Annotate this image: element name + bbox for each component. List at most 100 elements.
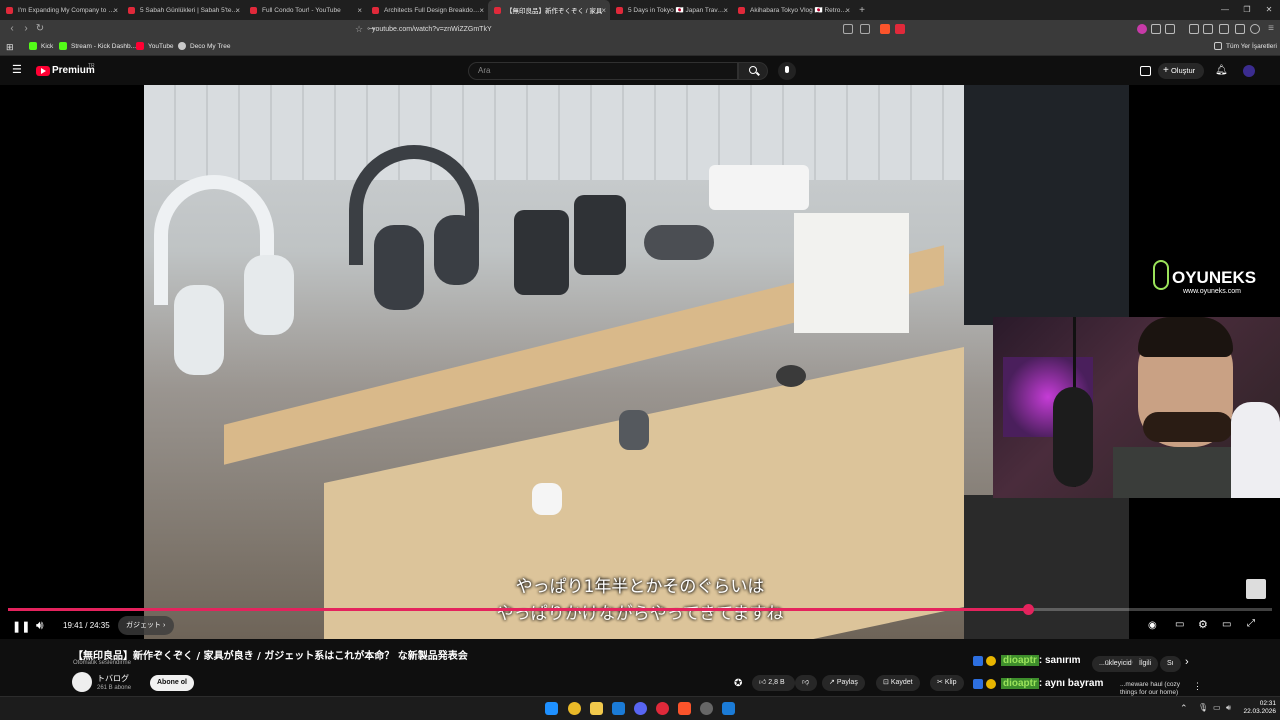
close-tab-icon[interactable]: × [845, 6, 850, 15]
file-explorer-icon[interactable] [590, 702, 603, 715]
maximize-icon[interactable]: ❐ [1236, 0, 1258, 20]
video-player[interactable]: OYUNEKS www.oyuneks.com やっぱり1年半とかそのぐらいは … [0, 85, 1280, 639]
brave-icon[interactable] [678, 702, 691, 715]
video-info: 【無印良品】新作ぞくぞく / 家具が良き / ガジェット系はこれが本命？ な新製… [0, 639, 1280, 696]
oyuneks-logo-icon [1153, 260, 1169, 290]
microphone-tray-icon[interactable]: 🎙︎ [1198, 703, 1208, 712]
back-icon[interactable]: ‹ [5, 22, 19, 36]
start-menu-icon[interactable] [545, 702, 558, 715]
hype-icon[interactable]: ✪ [734, 678, 742, 689]
close-tab-icon[interactable]: × [113, 6, 118, 15]
chip-more[interactable]: Sı [1160, 656, 1181, 672]
like-button[interactable]: 👍︎ 2,8 B [752, 675, 795, 691]
search-input[interactable]: Ara [468, 62, 738, 80]
theater-mode-icon[interactable]: ▭ [1222, 619, 1231, 630]
channel-avatar[interactable] [72, 672, 92, 692]
bookmark-deco-my-tree[interactable]: Deco My Tree [178, 42, 230, 50]
speaker-icon[interactable]: 🔊︎ [1226, 703, 1231, 713]
brave-shield-icon[interactable] [880, 24, 890, 34]
sidebar-icon[interactable] [1203, 24, 1213, 34]
wallet-icon[interactable] [1219, 24, 1229, 34]
subtitle-line: やっぱり1年半とかそのぐらいは [515, 577, 765, 597]
bookmark-youtube[interactable]: YouTube [136, 42, 174, 50]
miniplayer-thumbnail[interactable] [1246, 579, 1266, 599]
extension-icon[interactable] [1151, 24, 1161, 34]
create-button[interactable]: + Oluştur [1158, 63, 1204, 79]
new-tab-button[interactable]: + [854, 5, 870, 16]
close-tab-icon[interactable]: × [235, 6, 240, 15]
settings-gear-icon[interactable]: ⚙ [1198, 618, 1208, 631]
steam-icon[interactable] [612, 702, 625, 715]
pause-icon[interactable]: ❚❚ [12, 620, 30, 633]
clock[interactable]: 02:31 22.03.2026 [1238, 700, 1276, 716]
overlay-url: www.oyuneks.com [1183, 288, 1241, 295]
minimize-icon[interactable]: — [1214, 0, 1236, 20]
vpn-icon[interactable] [1235, 24, 1245, 34]
chapter-button[interactable]: ガジェット › [118, 616, 174, 635]
more-options-icon[interactable]: ⋮ [1193, 681, 1202, 692]
country-code: TR [88, 63, 95, 69]
progress-scrubber[interactable] [1023, 604, 1035, 615]
reload-icon[interactable]: ↻ [33, 22, 47, 36]
recommended-video-title[interactable]: ...meware haul (cozy things for our home… [1120, 681, 1182, 697]
subtitles-icon[interactable]: ▭ [1175, 619, 1184, 630]
obs-icon[interactable] [700, 702, 713, 715]
chevron-right-icon[interactable]: › [1185, 656, 1189, 668]
browser-tab[interactable]: 5 Sabah Günlükleri | Sabah 5'te uyan × [122, 0, 244, 20]
close-tab-icon[interactable]: × [601, 6, 606, 15]
all-bookmarks-folder[interactable]: Tüm Yer İşaretleri [1214, 42, 1277, 50]
close-tab-icon[interactable]: × [479, 6, 484, 15]
extension-icon[interactable] [1165, 24, 1175, 34]
close-tab-icon[interactable]: × [723, 6, 728, 15]
extension-icon[interactable] [1137, 24, 1147, 34]
hype-icon[interactable] [1140, 66, 1151, 76]
discord-icon[interactable] [634, 702, 647, 715]
browser-tab[interactable]: Full Condo Tour! - YouTube × [244, 0, 366, 20]
dislike-button[interactable]: 👎︎ [795, 675, 817, 691]
autoplay-toggle-icon[interactable]: ◉ [1148, 620, 1157, 631]
clip-button[interactable]: ✂ Klip [930, 675, 964, 691]
youtube-logo-icon[interactable] [36, 66, 50, 76]
share-button[interactable]: ↗ Paylaş [822, 675, 865, 691]
opera-icon[interactable] [656, 702, 669, 715]
hamburger-menu-icon[interactable]: ☰ [12, 65, 23, 76]
tab-title: 5 Sabah Günlükleri | Sabah 5'te uyan [140, 6, 238, 14]
network-icon[interactable]: ▭ [1213, 703, 1221, 712]
bookmark-kick-dashboard[interactable]: Stream - Kick Dashb... [59, 42, 136, 50]
save-button[interactable]: ⊡ Kaydet [876, 675, 920, 691]
fullscreen-icon[interactable]: ⤢ [1247, 618, 1255, 629]
menu-icon[interactable]: ≡ [1264, 22, 1278, 36]
browser-tab-strip: I'm Expanding My Company to New × 5 Sabah… [0, 0, 1280, 20]
subscribe-button[interactable]: Abone ol [150, 675, 194, 691]
search-button[interactable] [738, 62, 768, 80]
url-input[interactable]: youtube.com/watch?v=znWiZZGmTkY [372, 23, 872, 36]
close-tab-icon[interactable]: × [357, 6, 362, 15]
browser-tab-active[interactable]: 【無印良品】新作ぞくぞく / 家具 × [488, 0, 610, 20]
avatar[interactable] [1243, 65, 1255, 77]
voice-search-button[interactable] [778, 62, 796, 80]
forward-icon[interactable]: › [19, 22, 33, 36]
browser-tab[interactable]: 5 Days in Tokyo 🇯🇵 Japan Travel Vlog× [610, 0, 732, 20]
music-icon[interactable] [1189, 24, 1199, 34]
bookmark-kick[interactable]: Kick [29, 42, 53, 50]
browser-tab[interactable]: I'm Expanding My Company to New × [0, 0, 122, 20]
plus-icon: + [1163, 65, 1169, 76]
address-bar-row: ‹ › ↻ ☆ ⊶ youtube.com/watch?v=znWiZZGmTk… [0, 20, 1280, 39]
profile-icon[interactable] [1250, 24, 1260, 34]
cast-icon[interactable] [843, 24, 853, 34]
chevron-up-icon[interactable]: ⌃ [1180, 703, 1188, 714]
chrome-icon[interactable] [568, 702, 581, 715]
steam-icon[interactable] [722, 702, 735, 715]
browser-tab[interactable]: Architects Full Design Breakdown of × [366, 0, 488, 20]
chat-message: dioaptr: sanırım [1001, 655, 1081, 666]
channel-name[interactable]: トバログ [97, 673, 129, 684]
notifications-bell-icon[interactable]: 🔔︎ [1215, 65, 1228, 76]
volume-icon[interactable]: 🔊︎ [36, 618, 44, 633]
progress-bar[interactable] [8, 604, 1272, 615]
share-page-icon[interactable] [860, 24, 870, 34]
browser-tab[interactable]: Akihabara Tokyo Vlog 🇯🇵 Retro Game× [732, 0, 854, 20]
chip-related[interactable]: İlgili [1132, 656, 1159, 672]
close-window-icon[interactable]: ✕ [1258, 0, 1280, 20]
brave-rewards-icon[interactable] [895, 24, 905, 34]
apps-grid-icon[interactable]: ⊞ [6, 42, 14, 53]
